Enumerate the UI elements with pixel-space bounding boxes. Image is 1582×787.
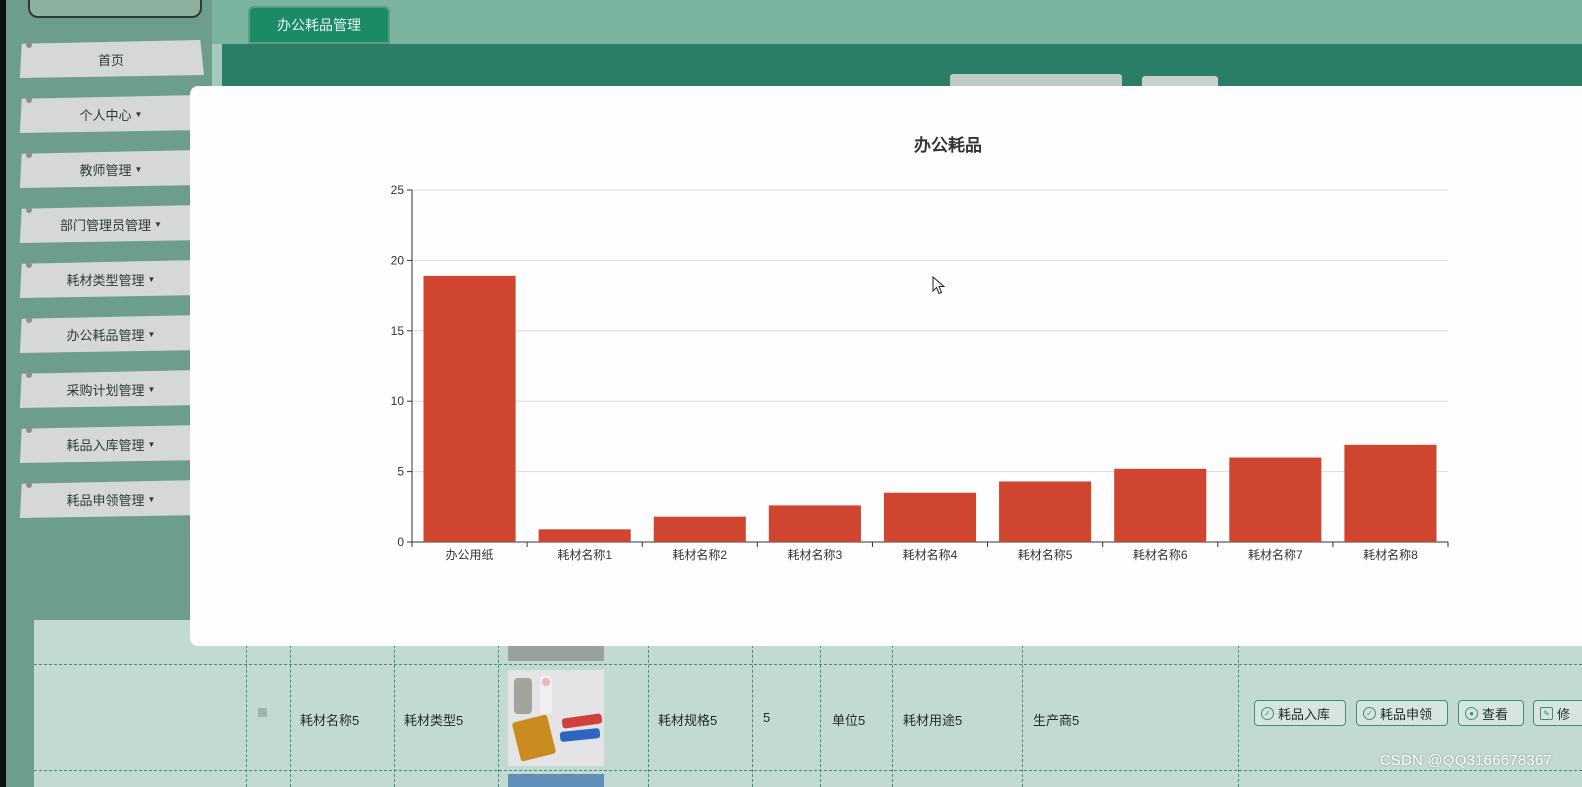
chart-bar (423, 275, 516, 542)
sidebar-item-label: 耗材类型管理 (66, 272, 145, 288)
product-image (508, 774, 604, 787)
x-tick-label: 办公用纸 (446, 547, 494, 562)
caret-down-icon: ▼ (147, 274, 156, 284)
table-row-divider (34, 770, 1582, 771)
y-tick-label: 5 (397, 465, 404, 479)
y-tick-label: 25 (391, 183, 405, 197)
x-tick-label: 耗材名称4 (903, 547, 958, 562)
cell-unit: 单位5 (832, 713, 866, 728)
x-tick-label: 耗材名称8 (1363, 547, 1418, 562)
pin-icon (26, 262, 32, 268)
chart-bar (1114, 468, 1207, 542)
sidebar-item[interactable]: 教师管理 ▼ (19, 150, 204, 188)
chart-bar (883, 492, 977, 542)
cell-usage: 耗材用途5 (903, 713, 963, 728)
sidebar-item-label: 个人中心 (79, 107, 132, 123)
cell-spec: 耗材规格5 (658, 713, 718, 728)
caret-down-icon: ▼ (147, 384, 156, 394)
sidebar-item-label: 耗品入库管理 (66, 437, 145, 453)
pin-icon (26, 97, 32, 103)
product-photo-icon (508, 670, 604, 766)
chart-bar (999, 481, 1092, 542)
tab-office-consumables[interactable]: 办公耗品管理 (248, 6, 390, 44)
y-tick-label: 15 (391, 324, 405, 338)
caret-down-icon: ▼ (134, 164, 143, 174)
pin-icon (26, 317, 32, 323)
bar-chart: 办公耗品 0 5 10 15 20 25 办公用纸 耗材名称1 耗材名称2 耗材名称3 耗材名称4 耗材… (391, 135, 1449, 562)
chart-bar (1344, 444, 1437, 542)
y-tick-label: 0 (397, 535, 404, 549)
table-row-divider (34, 664, 1582, 665)
product-image (508, 670, 604, 766)
caret-down-icon: ▼ (154, 219, 162, 229)
chart-modal: 办公耗品 0 5 10 15 20 25 办公用纸 耗材名称1 耗材名称2 耗材名称3 耗材名称4 耗材… (190, 86, 1582, 646)
sidebar-item-label: 首页 (97, 52, 124, 68)
chart-bar (1229, 457, 1322, 542)
x-tick-label: 耗材名称3 (788, 547, 843, 562)
sidebar-item-label: 部门管理员管理 (60, 217, 152, 233)
y-tick-label: 20 (391, 253, 405, 267)
requisition-button[interactable]: ✓ 耗品申领 (1356, 700, 1448, 726)
caret-down-icon: ▼ (147, 494, 156, 504)
view-button[interactable]: ● 查看 (1458, 700, 1524, 726)
check-circle-icon: ✓ (1261, 706, 1274, 720)
sidebar-item-label: 办公耗品管理 (66, 327, 145, 343)
edit-icon: ✎ (1540, 706, 1553, 720)
check-circle-icon: ✓ (1363, 706, 1376, 720)
view-label: 查看 (1482, 706, 1509, 722)
pin-icon (26, 482, 32, 488)
x-tick-label: 耗材名称7 (1248, 547, 1303, 562)
pin-icon (26, 152, 32, 158)
tab-bar: 办公耗品管理 (212, 0, 1582, 44)
chart-bar (538, 529, 631, 542)
x-tick-label: 耗材名称6 (1133, 547, 1188, 562)
sidebar-item[interactable]: 办公耗品管理 ▼ (19, 315, 204, 353)
product-image (508, 645, 604, 661)
caret-down-icon: ▼ (147, 439, 156, 449)
row-checkbox[interactable] (258, 708, 267, 717)
pin-icon (26, 372, 32, 378)
chart-bar (653, 516, 746, 542)
stock-in-button[interactable]: ✓ 耗品入库 (1254, 700, 1346, 726)
cell-manufacturer: 生产商5 (1033, 713, 1080, 728)
sidebar-item-label: 教师管理 (79, 162, 132, 178)
sidebar-item[interactable]: 耗材类型管理 ▼ (19, 260, 204, 298)
caret-down-icon: ▼ (134, 109, 143, 119)
mouse-cursor-icon (932, 276, 946, 295)
sidebar-item[interactable]: 采购计划管理 ▼ (19, 370, 204, 408)
sidebar-item-label: 采购计划管理 (66, 382, 145, 398)
x-tick-label: 耗材名称1 (557, 547, 612, 562)
chart-title: 办公耗品 (914, 135, 982, 155)
sidebar-item-label: 耗品申领管理 (66, 492, 145, 508)
cell-name: 耗材名称5 (300, 713, 360, 728)
sidebar-item[interactable]: 耗品申领管理 ▼ (19, 480, 204, 518)
pin-icon (26, 207, 32, 213)
pin-icon (26, 42, 32, 48)
sidebar-header-panel (28, 0, 202, 18)
sidebar-item[interactable]: 个人中心 ▼ (19, 95, 204, 133)
edit-button[interactable]: ✎ 修 (1533, 700, 1582, 726)
edit-label: 修 (1557, 706, 1571, 722)
cell-type: 耗材类型5 (404, 713, 464, 728)
sidebar-item[interactable]: 耗品入库管理 ▼ (19, 425, 204, 463)
sidebar-item[interactable]: 首页 (19, 40, 204, 78)
y-tick-label: 10 (391, 394, 405, 408)
eye-icon: ● (1465, 706, 1478, 720)
pin-icon (26, 427, 32, 433)
requisition-label: 耗品申领 (1380, 706, 1433, 722)
stock-in-label: 耗品入库 (1278, 706, 1331, 722)
x-tick-label: 耗材名称5 (1018, 547, 1073, 562)
x-tick-label: 耗材名称2 (672, 547, 727, 562)
cell-quantity: 5 (763, 710, 771, 725)
caret-down-icon: ▼ (147, 329, 156, 339)
chart-bar (768, 505, 861, 542)
watermark: CSDN @QQ3166678367 (1379, 752, 1552, 769)
sidebar-item[interactable]: 部门管理员管理 ▼ (19, 205, 204, 243)
